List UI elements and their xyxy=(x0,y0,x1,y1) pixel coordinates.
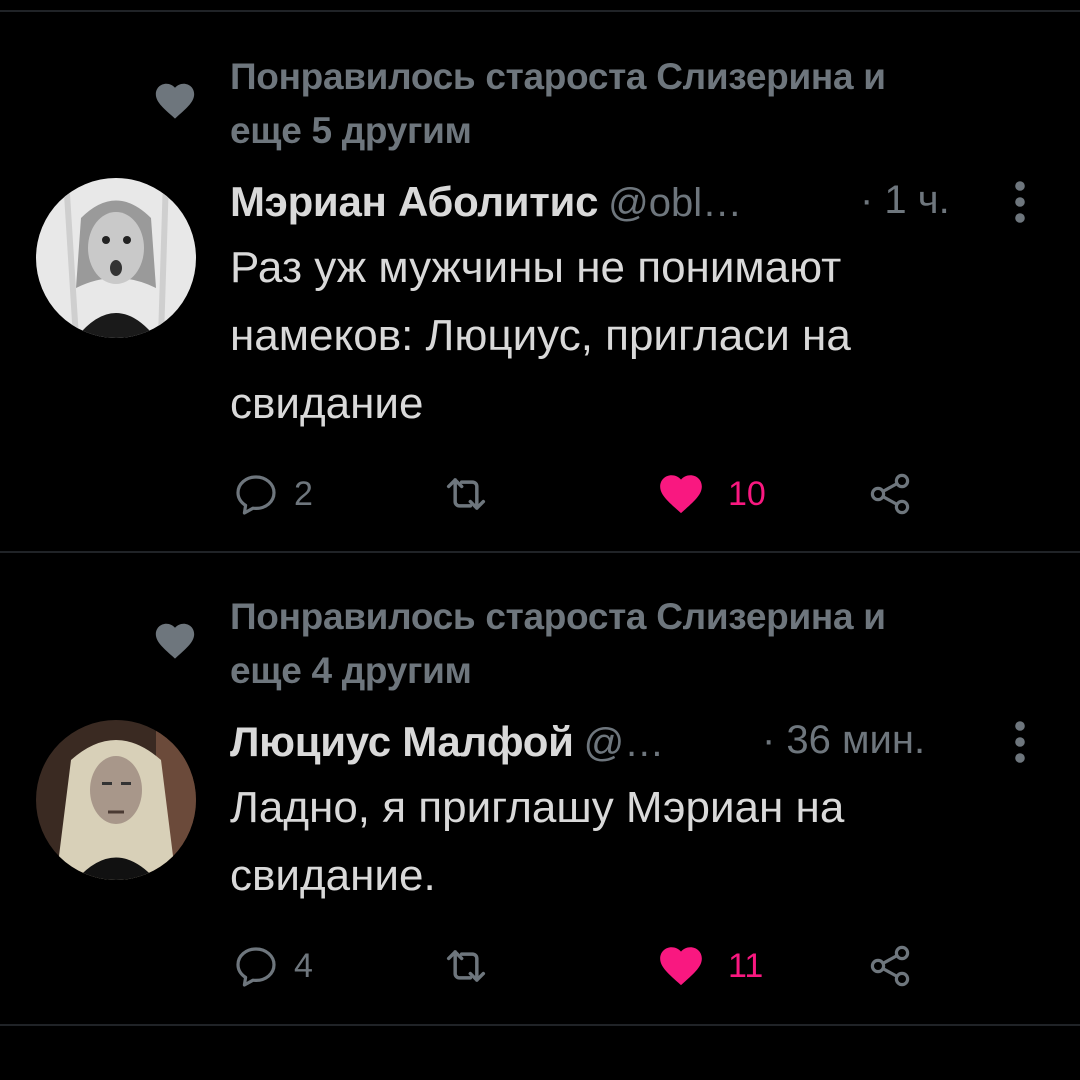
tweet-text: Ладно, я приглашу Мэриан на свидание. xyxy=(230,774,1030,910)
reply-count: 4 xyxy=(294,946,313,985)
tweet-header: Мэриан Аболитис @obl… · 1 ч. xyxy=(230,178,1050,234)
reply-icon xyxy=(236,947,276,987)
like-button[interactable]: 11 xyxy=(656,936,763,996)
tweet-header: Люциус Малфой @… · 36 мин. xyxy=(230,718,1050,774)
liked-by-text: Понравилось староста Слизерина и еще 4 д… xyxy=(230,590,1010,698)
like-icon xyxy=(660,947,702,986)
avatar[interactable] xyxy=(36,178,196,338)
text-line: намеков: Люциус, пригласи на xyxy=(230,311,851,360)
retweet-icon xyxy=(446,478,486,510)
display-name[interactable]: Люциус Малфой xyxy=(230,718,574,765)
timestamp[interactable]: · 36 мин. xyxy=(762,718,925,763)
retweet-button[interactable] xyxy=(440,936,492,996)
retweet-icon xyxy=(446,950,486,982)
tweet-text: Раз уж мужчины не понимают намеков: Люци… xyxy=(230,234,1030,438)
liked-by-line-1: Понравилось староста Слизерина и xyxy=(230,56,886,97)
share-icon xyxy=(870,473,910,515)
share-button[interactable] xyxy=(866,936,914,996)
reply-button[interactable]: 2 xyxy=(232,464,313,524)
display-name[interactable]: Мэриан Аболитис xyxy=(230,178,598,225)
text-line: Ладно, я приглашу Мэриан на xyxy=(230,783,845,832)
like-button[interactable]: 10 xyxy=(656,464,766,524)
tweet-actions: 2 10 xyxy=(0,464,1080,524)
handle[interactable]: @obl… xyxy=(608,181,742,225)
text-line: свидание. xyxy=(230,851,436,900)
liked-by-line-2: еще 5 другим xyxy=(230,110,472,151)
liked-by-line-1: Понравилось староста Слизерина и xyxy=(230,596,886,637)
social-context: Понравилось староста Слизерина и еще 4 д… xyxy=(0,590,1080,700)
share-button[interactable] xyxy=(866,464,914,524)
woman-photo-icon xyxy=(36,178,196,338)
man-long-blond-hair-photo-icon xyxy=(36,720,196,880)
text-line: Раз уж мужчины не понимают xyxy=(230,243,842,292)
text-line: свидание xyxy=(230,379,424,428)
tweet-divider xyxy=(0,551,1080,553)
timestamp[interactable]: · 1 ч. xyxy=(860,178,950,223)
more-icon[interactable] xyxy=(1010,180,1030,224)
handle[interactable]: @… xyxy=(584,721,665,765)
reply-icon xyxy=(236,475,276,515)
tweet-actions: 4 11 xyxy=(0,936,1080,996)
more-icon[interactable] xyxy=(1010,720,1030,764)
retweet-button[interactable] xyxy=(440,464,492,524)
reply-count: 2 xyxy=(294,474,313,513)
liked-by-line-2: еще 4 другим xyxy=(230,650,472,691)
liked-by-text: Понравилось староста Слизерина и еще 5 д… xyxy=(230,50,1010,158)
social-context: Понравилось староста Слизерина и еще 5 д… xyxy=(0,50,1080,160)
avatar[interactable] xyxy=(36,720,196,880)
like-count: 10 xyxy=(728,474,766,513)
tweet-divider xyxy=(0,1024,1080,1026)
top-divider xyxy=(0,10,1080,12)
share-icon xyxy=(870,945,910,987)
like-icon xyxy=(660,475,702,514)
like-count: 11 xyxy=(728,946,764,985)
heart-icon xyxy=(155,623,195,659)
reply-button[interactable]: 4 xyxy=(232,936,313,996)
heart-icon xyxy=(155,83,195,119)
